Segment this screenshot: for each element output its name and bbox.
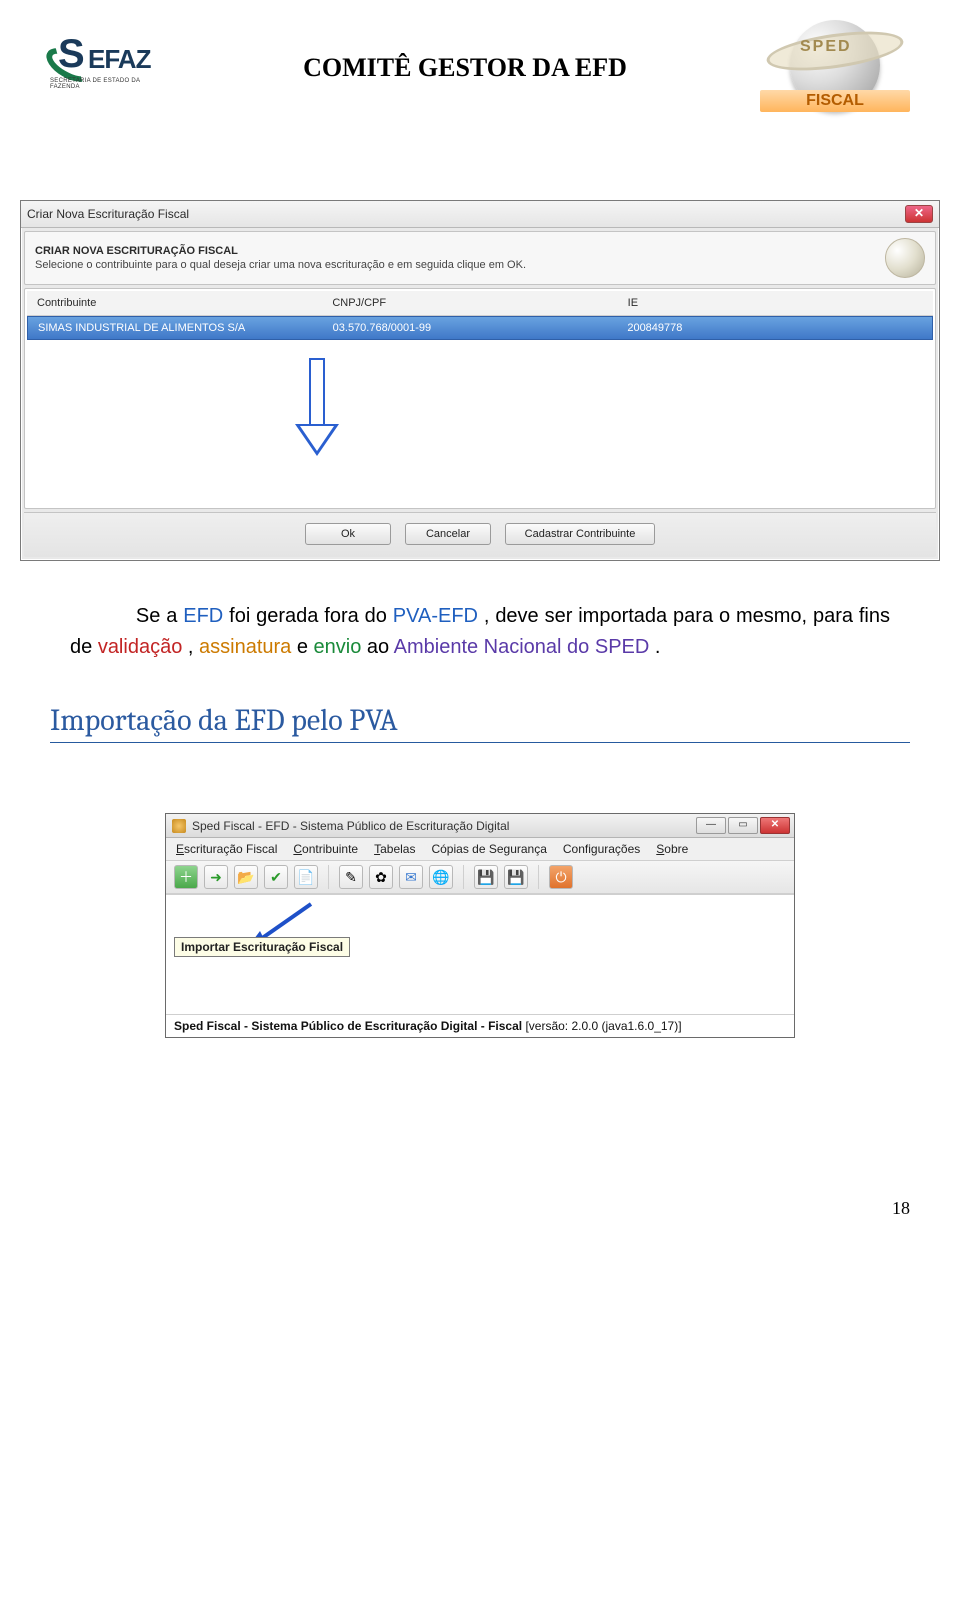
app-toolbar: ＋ ➜ 📂 ✔ 📄 ✎ ✿ ✉ 🌐 💾 💾 ⏻	[166, 861, 794, 894]
dialog-title: Criar Nova Escrituração Fiscal	[27, 207, 189, 221]
sefaz-logo: S EFAZ SECRETARIA DE ESTADO DA FAZENDA	[50, 38, 170, 93]
cell-contribuinte: SIMAS INDUSTRIAL DE ALIMENTOS S/A	[38, 322, 333, 334]
page-title: COMITÊ GESTOR DA EFD	[170, 53, 760, 83]
sped-ring-text: SPED	[800, 38, 852, 56]
table-header: Contribuinte CNPJ/CPF IE	[27, 291, 933, 316]
dialog-screenshot: Criar Nova Escrituração Fiscal ✕ CRIAR N…	[20, 200, 940, 561]
page-number: 18	[50, 1198, 910, 1219]
menu-copias[interactable]: Cópias de Segurança	[431, 842, 546, 856]
menu-contribuinte[interactable]: Contribuinte	[293, 842, 358, 856]
cancel-button[interactable]: Cancelar	[405, 523, 491, 545]
menu-escrituracao[interactable]: EEscrituração Fiscalscrituração Fiscal	[176, 842, 277, 856]
arrow-down-icon	[297, 358, 337, 458]
body-paragraph: Se a EFD foi gerada fora do PVA-EFD , de…	[70, 601, 890, 663]
sefaz-logo-s: S	[58, 32, 85, 77]
menu-config[interactable]: Configurações	[563, 842, 640, 856]
dialog-subtitle: Selecione o contribuinte para o qual des…	[35, 259, 526, 271]
sped-fiscal-logo: SPED FISCAL	[760, 20, 910, 110]
tooltip: Importar Escrituração Fiscal	[174, 937, 350, 957]
section-heading: Importação da EFD pelo PVA	[50, 703, 910, 743]
globe-icon[interactable]: 🌐	[429, 865, 453, 889]
app-menubar: EEscrituração Fiscalscrituração Fiscal C…	[166, 838, 794, 861]
status-bold: Sped Fiscal - Sistema Público de Escritu…	[174, 1019, 522, 1033]
menu-tabelas[interactable]: Tabelas	[374, 842, 415, 856]
col-contribuinte: Contribuinte	[37, 297, 332, 309]
app-body: Importar Escrituração Fiscal	[166, 894, 794, 1014]
save2-icon[interactable]: 💾	[504, 865, 528, 889]
globe-icon	[885, 238, 925, 278]
new-icon[interactable]: ＋	[174, 865, 198, 889]
document-header: S EFAZ SECRETARIA DE ESTADO DA FAZENDA C…	[50, 20, 910, 110]
save-icon[interactable]: 💾	[474, 865, 498, 889]
cell-ie: 200849778	[627, 322, 922, 334]
close-icon[interactable]: ✕	[905, 205, 933, 223]
dialog-instruction-panel: CRIAR NOVA ESCRITURAÇÃO FISCAL Selecione…	[24, 231, 936, 285]
col-cnpj-cpf: CNPJ/CPF	[332, 297, 627, 309]
sefaz-logo-subtitle: SECRETARIA DE ESTADO DA FAZENDA	[50, 78, 170, 90]
stop-icon[interactable]: ⏻	[549, 865, 573, 889]
status-rest: [versão: 2.0.0 (java1.6.0_17)]	[522, 1019, 681, 1033]
maximize-icon[interactable]: ▭	[728, 817, 758, 834]
add-contribuinte-button[interactable]: Cadastrar Contribuinte	[505, 523, 655, 545]
table-row[interactable]: SIMAS INDUSTRIAL DE ALIMENTOS S/A 03.570…	[27, 316, 933, 340]
app-title: Sped Fiscal - EFD - Sistema Público de E…	[192, 819, 509, 833]
edit-icon[interactable]: ✎	[339, 865, 363, 889]
ok-button[interactable]: Ok	[305, 523, 391, 545]
app-statusbar: Sped Fiscal - Sistema Público de Escritu…	[166, 1014, 794, 1037]
app-screenshot: Sped Fiscal - EFD - Sistema Público de E…	[50, 813, 910, 1038]
java-icon	[172, 819, 186, 833]
send-icon[interactable]: ✉	[399, 865, 423, 889]
dialog-table: Contribuinte CNPJ/CPF IE SIMAS INDUSTRIA…	[24, 288, 936, 509]
doc-icon[interactable]: 📄	[294, 865, 318, 889]
dialog-button-bar: Ok Cancelar Cadastrar Contribuinte	[24, 512, 936, 557]
app-titlebar: Sped Fiscal - EFD - Sistema Público de E…	[166, 814, 794, 838]
minimize-icon[interactable]: —	[696, 817, 726, 834]
sign-icon[interactable]: ✿	[369, 865, 393, 889]
import-icon[interactable]: ➜	[204, 865, 228, 889]
col-ie: IE	[628, 297, 923, 309]
dialog-titlebar: Criar Nova Escrituração Fiscal ✕	[21, 201, 939, 228]
check-icon[interactable]: ✔	[264, 865, 288, 889]
sped-fiscal-label: FISCAL	[760, 90, 910, 112]
cell-cnpj: 03.570.768/0001-99	[333, 322, 628, 334]
menu-sobre[interactable]: Sobre	[656, 842, 688, 856]
close-icon[interactable]: ✕	[760, 817, 790, 834]
dialog-heading: CRIAR NOVA ESCRITURAÇÃO FISCAL	[35, 245, 526, 257]
open-icon[interactable]: 📂	[234, 865, 258, 889]
sefaz-logo-text: EFAZ	[88, 44, 150, 75]
